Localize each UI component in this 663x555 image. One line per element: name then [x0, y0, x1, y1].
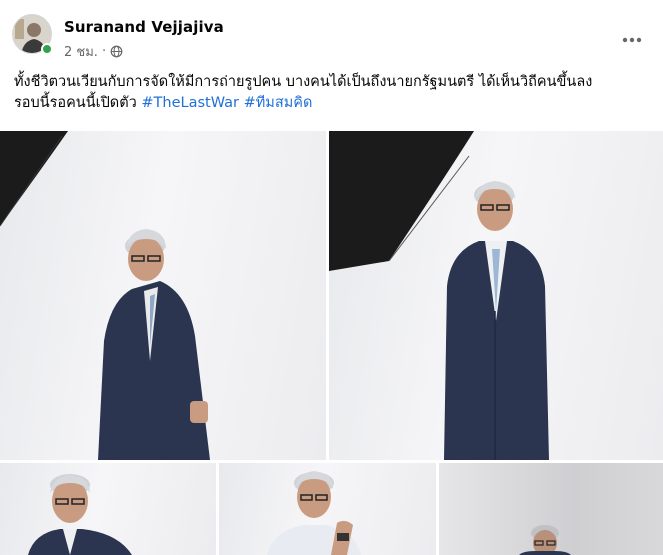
photo-4[interactable] — [219, 463, 436, 555]
photo-2[interactable] — [329, 131, 663, 460]
photo-5[interactable] — [439, 463, 663, 555]
caption-line-2-text: รอบนี้รอคนนี้เปิดตัว — [14, 95, 137, 111]
caption-line-1: ทั้งชีวิตวนเวียนกับการจัดให้มีการถ่ายรูป… — [14, 74, 593, 90]
photo-3-image — [28, 474, 132, 555]
globe-icon[interactable] — [110, 45, 123, 58]
photo-5-image — [519, 525, 571, 555]
online-status-dot — [41, 43, 53, 55]
post-timestamp[interactable]: 2 ชม. — [64, 41, 98, 62]
author-avatar[interactable] — [12, 14, 53, 55]
hashtag-thelastwar[interactable]: #TheLastWar — [141, 95, 239, 111]
post-meta: 2 ชม. · — [64, 41, 123, 62]
photo-1-image — [0, 131, 210, 460]
photo-1[interactable] — [0, 131, 326, 460]
photo-2-image — [329, 131, 549, 460]
more-options-button[interactable] — [614, 22, 650, 58]
more-horizontal-icon — [622, 37, 642, 43]
post-header: Suranand Vejjajiva 2 ชม. · — [12, 14, 652, 64]
hashtag-teamsomkid[interactable]: #ทีมสมคิด — [244, 95, 313, 111]
photo-4-image — [267, 471, 361, 555]
photo-3[interactable] — [0, 463, 216, 555]
author-name[interactable]: Suranand Vejjajiva — [64, 18, 224, 36]
facebook-post: Suranand Vejjajiva 2 ชม. · ทั้งชีวิตวนเว… — [0, 0, 663, 555]
post-caption: ทั้งชีวิตวนเวียนกับการจัดให้มีการถ่ายรูป… — [14, 72, 654, 114]
caption-line-2: รอบนี้รอคนนี้เปิดตัว #TheLastWar #ทีมสมค… — [14, 93, 654, 114]
